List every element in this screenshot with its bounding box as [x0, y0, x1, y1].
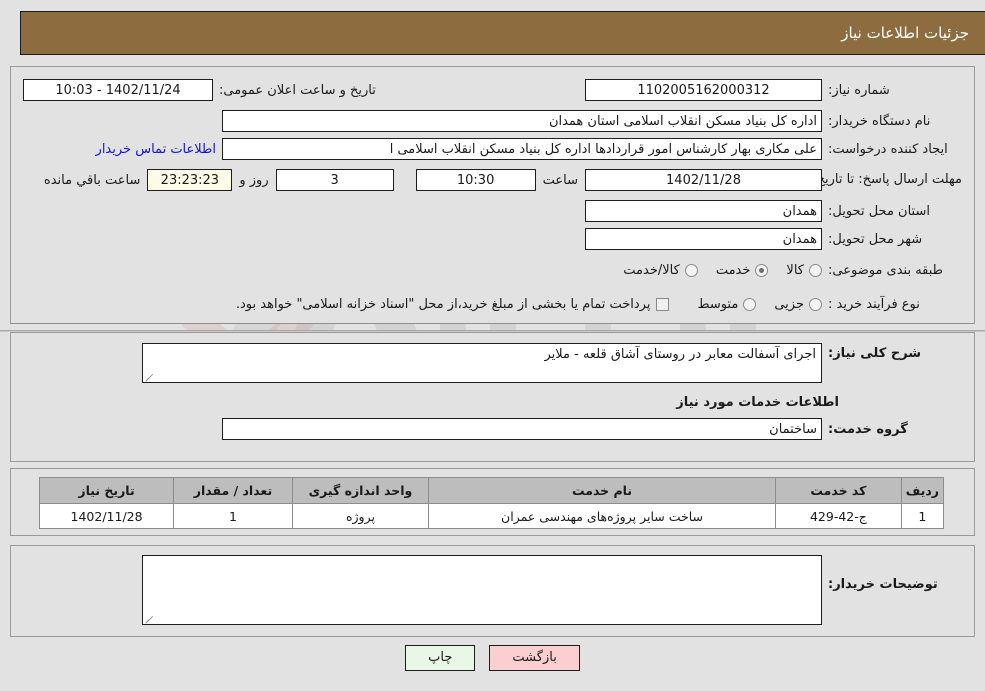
table-header-row: ردیف کد خدمت نام خدمت واحد اندازه گیری ت…	[38, 477, 945, 504]
row-category: طبقه بندی موضوعی: کالا خدمت کالا/خدمت	[11, 253, 974, 287]
row-city: شهر محل تحویل: همدان	[11, 225, 974, 253]
label-deadline: مهلت ارسال پاسخ: تا تاریخ:	[812, 172, 962, 187]
col-header-radif: ردیف	[900, 477, 945, 504]
row-buyer-org: نام دستگاه خریدار: اداره کل بنیاد مسکن ا…	[11, 107, 974, 135]
checkbox-icon-treasury	[656, 297, 670, 311]
field-deadline-hour[interactable]: 10:30	[415, 169, 536, 191]
radio-icon-jozi	[809, 297, 822, 311]
cell-code: ج-42-429	[775, 503, 902, 529]
services-table: ردیف کد خدمت نام خدمت واحد اندازه گیری ت…	[38, 477, 945, 529]
label-announce-datetime: تاریخ و ساعت اعلان عمومی:	[219, 82, 376, 98]
label-remaining-suffix: ساعت باقي مانده	[43, 172, 141, 188]
cell-date: 1402/11/28	[38, 503, 175, 529]
buyer-contact-link[interactable]: اطلاعات تماس خریدار	[90, 142, 222, 157]
resize-grip-icon-comments[interactable]	[145, 614, 154, 623]
field-remaining-countdown: 23:23:23	[147, 169, 233, 191]
field-announce-datetime[interactable]: 1402/11/24 - 10:03	[23, 79, 213, 101]
page-root: جزئیات اطلاعات نیاز شماره نیاز: 11020051…	[0, 0, 985, 691]
radio-icon-kala-khedmat	[684, 263, 698, 277]
field-province[interactable]: همدان	[585, 200, 822, 222]
purchase-type-radio-group: جزیی متوسط	[679, 297, 822, 312]
checkbox-label-treasury: پرداخت تمام یا بخشی از مبلغ خرید،از محل …	[235, 296, 651, 312]
resize-grip-icon[interactable]	[145, 372, 154, 381]
label-service-group: گروه خدمت:	[828, 421, 908, 437]
radio-category-kala[interactable]: کالا	[786, 263, 822, 278]
row-province: استان محل تحویل: همدان	[11, 197, 974, 225]
label-purchase-type: نوع فرآیند خرید :	[828, 296, 920, 312]
field-remaining-days: 3	[275, 169, 394, 191]
radio-icon-motavaset	[743, 297, 757, 311]
field-need-number[interactable]: 1102005162000312	[585, 79, 822, 101]
row-need-number: شماره نیاز: 1102005162000312 تاریخ و ساع…	[11, 73, 974, 107]
field-buyer-org[interactable]: اداره کل بنیاد مسکن انقلاب اسلامی استان …	[222, 110, 822, 132]
category-radio-group: کالا خدمت کالا/خدمت	[605, 263, 822, 278]
field-creator[interactable]: علی مکاری بهار کارشناس امور قراردادها اد…	[222, 138, 822, 160]
row-creator: ایجاد کننده درخواست: علی مکاری بهار کارش…	[11, 135, 974, 163]
col-header-qty: تعداد / مقدار	[173, 477, 293, 504]
radio-purchase-jozi[interactable]: جزیی	[774, 297, 822, 312]
service-section-title: اطلاعات خدمات مورد نیاز	[676, 395, 839, 410]
row-service-group: گروه خدمت: ساختمان	[11, 410, 974, 440]
row-purchase-type: نوع فرآیند خرید : جزیی متوسط پرداخت تمام…	[11, 287, 974, 321]
cell-qty: 1	[173, 503, 293, 529]
label-category: طبقه بندی موضوعی:	[828, 262, 944, 278]
label-city: شهر محل تحویل:	[828, 231, 923, 247]
cell-radif: 1	[900, 503, 945, 529]
back-button[interactable]: بازگشت	[489, 645, 580, 671]
description-text: اجرای آسفالت معابر در روستای آشاق قلعه -…	[544, 347, 816, 362]
col-header-unit: واحد اندازه گیری	[291, 477, 430, 504]
field-deadline-date[interactable]: 1402/11/28	[585, 169, 822, 191]
radio-category-khedmat[interactable]: خدمت	[716, 263, 769, 278]
col-header-date: تاریخ نیاز	[38, 477, 175, 504]
table-row[interactable]: 1 ج-42-429 ساخت سایر پروژه‌های مهندسی عم…	[38, 503, 945, 529]
buyer-comments-panel: توضیحات خریدار:	[10, 545, 975, 637]
label-buyer-org: نام دستگاه خریدار:	[828, 113, 931, 129]
footer-actions: بازگشت چاپ	[0, 645, 985, 671]
label-need-number: شماره نیاز:	[828, 82, 890, 98]
row-deadline: مهلت ارسال پاسخ: تا تاریخ: 1402/11/28 سا…	[11, 163, 974, 197]
print-button[interactable]: چاپ	[405, 645, 476, 671]
radio-icon-kala	[809, 263, 822, 277]
radio-label-motavaset: متوسط	[697, 296, 739, 312]
label-province: استان محل تحویل:	[828, 203, 930, 219]
label-deadline-hour: ساعت	[542, 172, 578, 188]
radio-label-khedmat: خدمت	[715, 262, 751, 278]
field-description[interactable]: اجرای آسفالت معابر در روستای آشاق قلعه -…	[142, 343, 822, 383]
field-service-group[interactable]: ساختمان	[222, 418, 822, 440]
field-city[interactable]: همدان	[585, 228, 822, 250]
services-table-panel: ردیف کد خدمت نام خدمت واحد اندازه گیری ت…	[10, 468, 975, 536]
checkbox-treasury[interactable]: پرداخت تمام یا بخشی از مبلغ خرید،از محل …	[236, 297, 670, 312]
radio-label-jozi: جزیی	[774, 296, 804, 312]
cell-unit: پروژه	[291, 503, 430, 529]
col-header-name: نام خدمت	[428, 477, 777, 504]
label-description: شرح کلی نیاز:	[828, 346, 922, 361]
label-remaining-days: روز و	[239, 172, 269, 188]
radio-icon-khedmat	[755, 263, 769, 277]
radio-label-kala-khedmat: کالا/خدمت	[623, 262, 680, 278]
label-buyer-comments: توضیحات خریدار:	[828, 577, 938, 592]
label-creator: ایجاد کننده درخواست:	[828, 141, 948, 157]
col-header-code: کد خدمت	[775, 477, 902, 504]
row-buyer-comments: توضیحات خریدار:	[11, 546, 974, 625]
description-panel: شرح کلی نیاز: اجرای آسفالت معابر در روست…	[10, 332, 975, 462]
row-description: شرح کلی نیاز: اجرای آسفالت معابر در روست…	[11, 333, 974, 383]
field-buyer-comments[interactable]	[142, 555, 822, 625]
radio-label-kala: کالا	[786, 262, 804, 278]
page-header-bar: جزئیات اطلاعات نیاز	[20, 11, 985, 55]
cell-name: ساخت سایر پروژه‌های مهندسی عمران	[428, 503, 777, 529]
page-title: جزئیات اطلاعات نیاز	[841, 24, 969, 42]
radio-purchase-motavaset[interactable]: متوسط	[697, 296, 757, 312]
radio-category-kala-khedmat[interactable]: کالا/خدمت	[623, 263, 698, 278]
need-info-panel: شماره نیاز: 1102005162000312 تاریخ و ساع…	[10, 66, 975, 324]
